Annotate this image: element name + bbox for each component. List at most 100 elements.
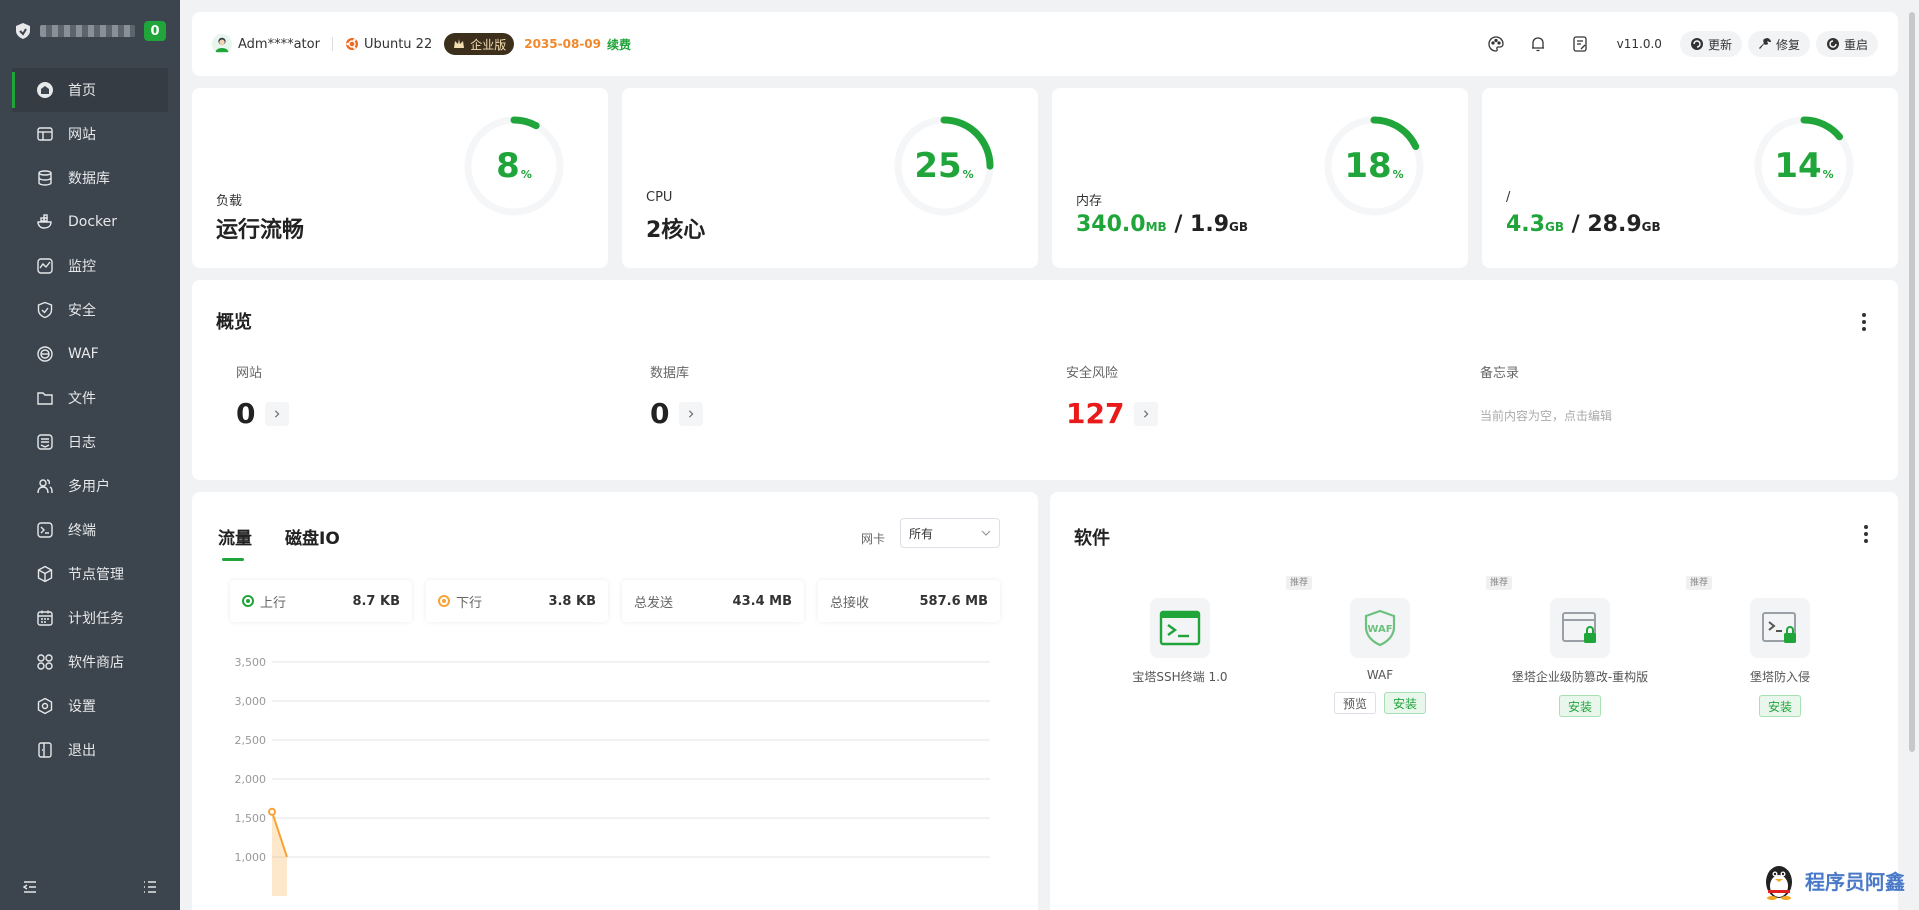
overview-risk-count[interactable]: 127 <box>1066 397 1159 430</box>
renew-link[interactable]: 续费 <box>607 36 631 53</box>
upload-stat: 上行 8.7 KB <box>230 580 412 622</box>
stat-card-memory[interactable]: 18% 内存 340.0MB / 1.9GB <box>1052 88 1468 268</box>
tab-traffic[interactable]: 流量 <box>218 524 252 561</box>
total-sent-stat: 总发送 43.4 MB <box>622 580 804 622</box>
stat-card-disk[interactable]: 14% / 4.3GB / 28.9GB <box>1482 88 1898 268</box>
sidebar-item-logout[interactable]: 退出 <box>0 728 180 772</box>
restart-button[interactable]: 重启 <box>1815 31 1878 57</box>
overview-website-count[interactable]: 0 <box>236 397 290 430</box>
install-button[interactable]: 安装 <box>1384 692 1427 714</box>
more-options-icon[interactable] <box>1856 524 1876 544</box>
chevron-right-icon[interactable] <box>1134 401 1159 426</box>
chevron-right-icon[interactable] <box>679 401 704 426</box>
sidebar-item-users[interactable]: 多用户 <box>0 464 180 508</box>
sidebar-item-label: 终端 <box>68 523 96 539</box>
palette-icon[interactable] <box>1487 35 1505 53</box>
software-name: 宝塔SSH终端 1.0 <box>1132 670 1228 684</box>
cpu-percent: 25% <box>914 146 974 186</box>
menu-list-icon[interactable] <box>142 879 158 895</box>
sidebar-item-terminal[interactable]: 终端 <box>0 508 180 552</box>
total-received-label: 总接收 <box>830 595 870 611</box>
memory-percent: 18% <box>1344 146 1404 186</box>
upload-legend-icon[interactable] <box>242 595 254 607</box>
crown-icon <box>454 39 465 48</box>
tamper-proof-icon <box>1550 598 1610 658</box>
sidebar-item-label: 数据库 <box>68 171 110 187</box>
sidebar-item-label: 退出 <box>68 743 96 759</box>
sidebar-item-label: 多用户 <box>68 479 110 495</box>
memory-label: 内存 <box>1076 194 1103 209</box>
sidebar-item-label: 计划任务 <box>68 611 124 627</box>
bell-icon[interactable] <box>1529 35 1547 53</box>
software-item-tamper[interactable]: 堡塔企业级防篡改-重构版 安装 <box>1480 576 1680 717</box>
nic-label: 网卡 <box>861 532 886 546</box>
sidebar-item-label: 设置 <box>68 699 96 715</box>
disk-value: 4.3GB / 28.9GB <box>1506 212 1661 237</box>
collapse-sidebar-icon[interactable] <box>22 879 38 895</box>
sidebar-badge[interactable]: 0 <box>144 21 166 41</box>
software-panel: 软件 推荐 推荐 推荐 宝塔SSH终端 1.0 WAF WAF 预览 安装 堡塔… <box>1050 492 1898 910</box>
sidebar-item-home[interactable]: 首页 <box>12 68 168 112</box>
sidebar-item-label: 安全 <box>68 303 96 319</box>
more-options-icon[interactable] <box>1854 312 1874 332</box>
stat-card-load[interactable]: 8% 负载 运行流畅 <box>192 88 608 268</box>
sidebar-item-monitor[interactable]: 监控 <box>0 244 180 288</box>
restart-icon <box>1826 38 1839 50</box>
divider <box>331 37 333 51</box>
cpu-label: CPU <box>646 190 673 205</box>
log-icon <box>36 433 54 451</box>
note-icon[interactable] <box>1571 35 1589 53</box>
download-legend-icon[interactable] <box>438 595 450 607</box>
top-header: Adm****ator Ubuntu 22 企业版 2035-08-09 续费 … <box>192 12 1898 76</box>
preview-button[interactable]: 预览 <box>1333 692 1376 714</box>
load-value: 运行流畅 <box>216 218 305 243</box>
sidebar-item-store[interactable]: 软件商店 <box>0 640 180 684</box>
disk-percent: 14% <box>1774 146 1834 186</box>
sidebar-item-files[interactable]: 文件 <box>0 376 180 420</box>
security-icon <box>36 301 54 319</box>
update-label: 更新 <box>1707 37 1732 52</box>
software-actions: 安装 <box>1480 695 1680 717</box>
cpu-value: 2核心 <box>646 218 706 243</box>
repair-button[interactable]: 修复 <box>1747 31 1810 57</box>
overview-database-count[interactable]: 0 <box>650 397 704 430</box>
total-sent-value: 43.4 MB <box>732 593 792 609</box>
sidebar-item-nodes[interactable]: 节点管理 <box>0 552 180 596</box>
sidebar-item-label: 节点管理 <box>68 567 124 583</box>
install-button[interactable]: 安装 <box>1758 695 1801 717</box>
sidebar-item-docker[interactable]: Docker <box>0 200 180 244</box>
sidebar-item-settings[interactable]: 设置 <box>0 684 180 728</box>
page-scrollbar[interactable] <box>1909 12 1915 752</box>
sidebar-item-security[interactable]: 安全 <box>0 288 180 332</box>
overview-risk: 安全风险 127 <box>1066 362 1159 430</box>
total-received-value: 587.6 MB <box>919 593 989 609</box>
memory-value: 340.0MB / 1.9GB <box>1076 212 1249 237</box>
stat-card-cpu[interactable]: 25% CPU 2核心 <box>622 88 1038 268</box>
load-percent: 8% <box>496 146 532 186</box>
sidebar-item-waf[interactable]: WAF <box>0 332 180 376</box>
load-label: 负载 <box>216 194 243 209</box>
sidebar-item-logs[interactable]: 日志 <box>0 420 180 464</box>
memo-placeholder[interactable]: 当前内容为空，点击编辑 <box>1480 407 1612 424</box>
sidebar-item-website[interactable]: 网站 <box>0 112 180 156</box>
logout-icon <box>36 741 54 759</box>
tab-disk-io[interactable]: 磁盘IO <box>285 524 340 549</box>
update-button[interactable]: 更新 <box>1679 31 1742 57</box>
traffic-panel: 流量 磁盘IO 网卡 所有 上行 8.7 KB 下行 3.8 KB 总发送 43… <box>192 492 1038 910</box>
update-icon <box>1690 38 1703 50</box>
edition-badge[interactable]: 企业版 <box>444 33 515 55</box>
nic-select[interactable]: 所有 <box>900 518 1000 548</box>
traffic-chart: 3,500 3,000 2,500 2,000 1,500 1,000 <box>235 656 990 896</box>
sidebar-item-cron[interactable]: 计划任务 <box>0 596 180 640</box>
software-item-waf[interactable]: WAF WAF 预览 安装 <box>1280 576 1480 714</box>
chart-point[interactable] <box>268 807 276 816</box>
software-item-intrusion[interactable]: 堡塔防入侵 安装 <box>1680 576 1880 717</box>
sidebar-item-database[interactable]: 数据库 <box>0 156 180 200</box>
overview-database: 数据库 0 <box>650 362 704 430</box>
software-item-ssh[interactable]: 宝塔SSH终端 1.0 <box>1080 576 1280 685</box>
ssh-terminal-icon <box>1150 598 1210 658</box>
install-button[interactable]: 安装 <box>1558 695 1601 717</box>
chevron-right-icon[interactable] <box>265 401 290 426</box>
download-label: 下行 <box>456 595 483 611</box>
username[interactable]: Adm****ator <box>238 37 320 52</box>
